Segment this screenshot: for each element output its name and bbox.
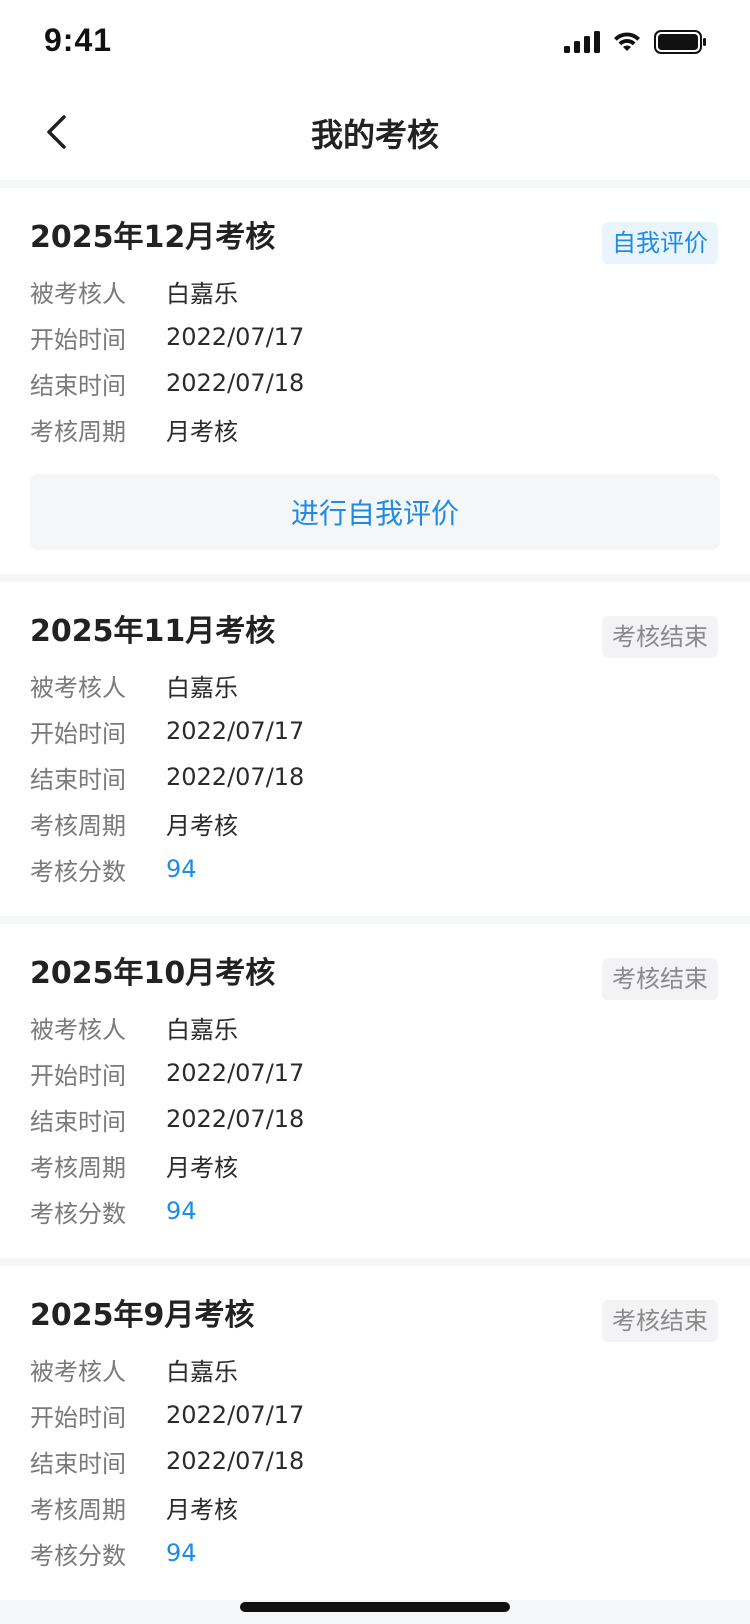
assessment-card: 2025年12月考核 自我评价 被考核人 白嘉乐 开始时间 2022/07/17… bbox=[0, 188, 750, 574]
start-time-row: 开始时间 2022/07/17 bbox=[30, 314, 720, 360]
assessee-value: 白嘉乐 bbox=[166, 1357, 238, 1386]
start-time-row: 开始时间 2022/07/17 bbox=[30, 1392, 720, 1438]
assessee-row: 被考核人 白嘉乐 bbox=[30, 662, 720, 708]
navigation-bar: 我的考核 bbox=[0, 88, 750, 180]
score-value: 94 bbox=[166, 1539, 197, 1567]
end-time-label: 结束时间 bbox=[30, 1107, 126, 1136]
status-bar: 9:41 bbox=[0, 0, 750, 88]
assessment-ended-badge: 考核结束 bbox=[602, 958, 718, 1000]
status-time: 9:41 bbox=[44, 22, 113, 58]
score-value: 94 bbox=[166, 1197, 197, 1225]
score-label: 考核分数 bbox=[30, 857, 126, 886]
period-value: 月考核 bbox=[166, 1495, 238, 1524]
end-time-value: 2022/07/18 bbox=[166, 369, 305, 397]
cellular-signal-icon bbox=[564, 31, 600, 57]
start-time-label: 开始时间 bbox=[30, 325, 126, 354]
assessment-list: 2025年12月考核 自我评价 被考核人 白嘉乐 开始时间 2022/07/17… bbox=[0, 180, 750, 1600]
period-label: 考核周期 bbox=[30, 811, 126, 840]
battery-icon bbox=[654, 30, 706, 58]
assessment-card: 2025年9月考核 考核结束 被考核人 白嘉乐 开始时间 2022/07/17 … bbox=[0, 1266, 750, 1600]
start-time-label: 开始时间 bbox=[30, 1403, 126, 1432]
end-time-label: 结束时间 bbox=[30, 1449, 126, 1478]
period-row: 考核周期 月考核 bbox=[30, 1142, 720, 1188]
score-value: 94 bbox=[166, 855, 197, 883]
assessee-row: 被考核人 白嘉乐 bbox=[30, 1004, 720, 1050]
start-time-row: 开始时间 2022/07/17 bbox=[30, 1050, 720, 1096]
start-time-value: 2022/07/17 bbox=[166, 717, 305, 745]
period-label: 考核周期 bbox=[30, 1495, 126, 1524]
period-value: 月考核 bbox=[166, 417, 238, 446]
period-label: 考核周期 bbox=[30, 1153, 126, 1182]
assessment-card: 2025年10月考核 考核结束 被考核人 白嘉乐 开始时间 2022/07/17… bbox=[0, 924, 750, 1258]
score-label: 考核分数 bbox=[30, 1541, 126, 1570]
period-row: 考核周期 月考核 bbox=[30, 406, 720, 452]
assessee-row: 被考核人 白嘉乐 bbox=[30, 1346, 720, 1392]
assessee-row: 被考核人 白嘉乐 bbox=[30, 268, 720, 314]
assessment-ended-badge: 考核结束 bbox=[602, 1300, 718, 1342]
assessee-label: 被考核人 bbox=[30, 1357, 126, 1386]
end-time-value: 2022/07/18 bbox=[166, 763, 305, 791]
end-time-label: 结束时间 bbox=[30, 765, 126, 794]
start-time-value: 2022/07/17 bbox=[166, 1401, 305, 1429]
assessee-label: 被考核人 bbox=[30, 1015, 126, 1044]
end-time-value: 2022/07/18 bbox=[166, 1105, 305, 1133]
end-time-label: 结束时间 bbox=[30, 371, 126, 400]
assessee-value: 白嘉乐 bbox=[166, 1015, 238, 1044]
start-self-evaluation-button[interactable]: 进行自我评价 bbox=[30, 474, 720, 550]
assessment-ended-badge: 考核结束 bbox=[602, 616, 718, 658]
end-time-row: 结束时间 2022/07/18 bbox=[30, 1438, 720, 1484]
period-label: 考核周期 bbox=[30, 417, 126, 446]
score-row: 考核分数 94 bbox=[30, 846, 720, 892]
page-title: 我的考核 bbox=[310, 116, 439, 154]
score-row: 考核分数 94 bbox=[30, 1530, 720, 1576]
score-label: 考核分数 bbox=[30, 1199, 126, 1228]
wifi-icon bbox=[612, 31, 642, 57]
assessee-label: 被考核人 bbox=[30, 673, 126, 702]
self-evaluation-badge: 自我评价 bbox=[602, 222, 718, 264]
status-icons bbox=[564, 30, 706, 58]
end-time-row: 结束时间 2022/07/18 bbox=[30, 754, 720, 800]
start-time-label: 开始时间 bbox=[30, 719, 126, 748]
start-time-value: 2022/07/17 bbox=[166, 323, 305, 351]
assessee-label: 被考核人 bbox=[30, 279, 126, 308]
period-row: 考核周期 月考核 bbox=[30, 1484, 720, 1530]
period-value: 月考核 bbox=[166, 1153, 238, 1182]
assessee-value: 白嘉乐 bbox=[166, 279, 238, 308]
assessment-card: 2025年11月考核 考核结束 被考核人 白嘉乐 开始时间 2022/07/17… bbox=[0, 582, 750, 916]
end-time-value: 2022/07/18 bbox=[166, 1447, 305, 1475]
end-time-row: 结束时间 2022/07/18 bbox=[30, 1096, 720, 1142]
start-time-row: 开始时间 2022/07/17 bbox=[30, 708, 720, 754]
home-indicator bbox=[240, 1602, 510, 1612]
score-row: 考核分数 94 bbox=[30, 1188, 720, 1234]
start-time-value: 2022/07/17 bbox=[166, 1059, 305, 1087]
period-value: 月考核 bbox=[166, 811, 238, 840]
assessee-value: 白嘉乐 bbox=[166, 673, 238, 702]
start-time-label: 开始时间 bbox=[30, 1061, 126, 1090]
end-time-row: 结束时间 2022/07/18 bbox=[30, 360, 720, 406]
period-row: 考核周期 月考核 bbox=[30, 800, 720, 846]
